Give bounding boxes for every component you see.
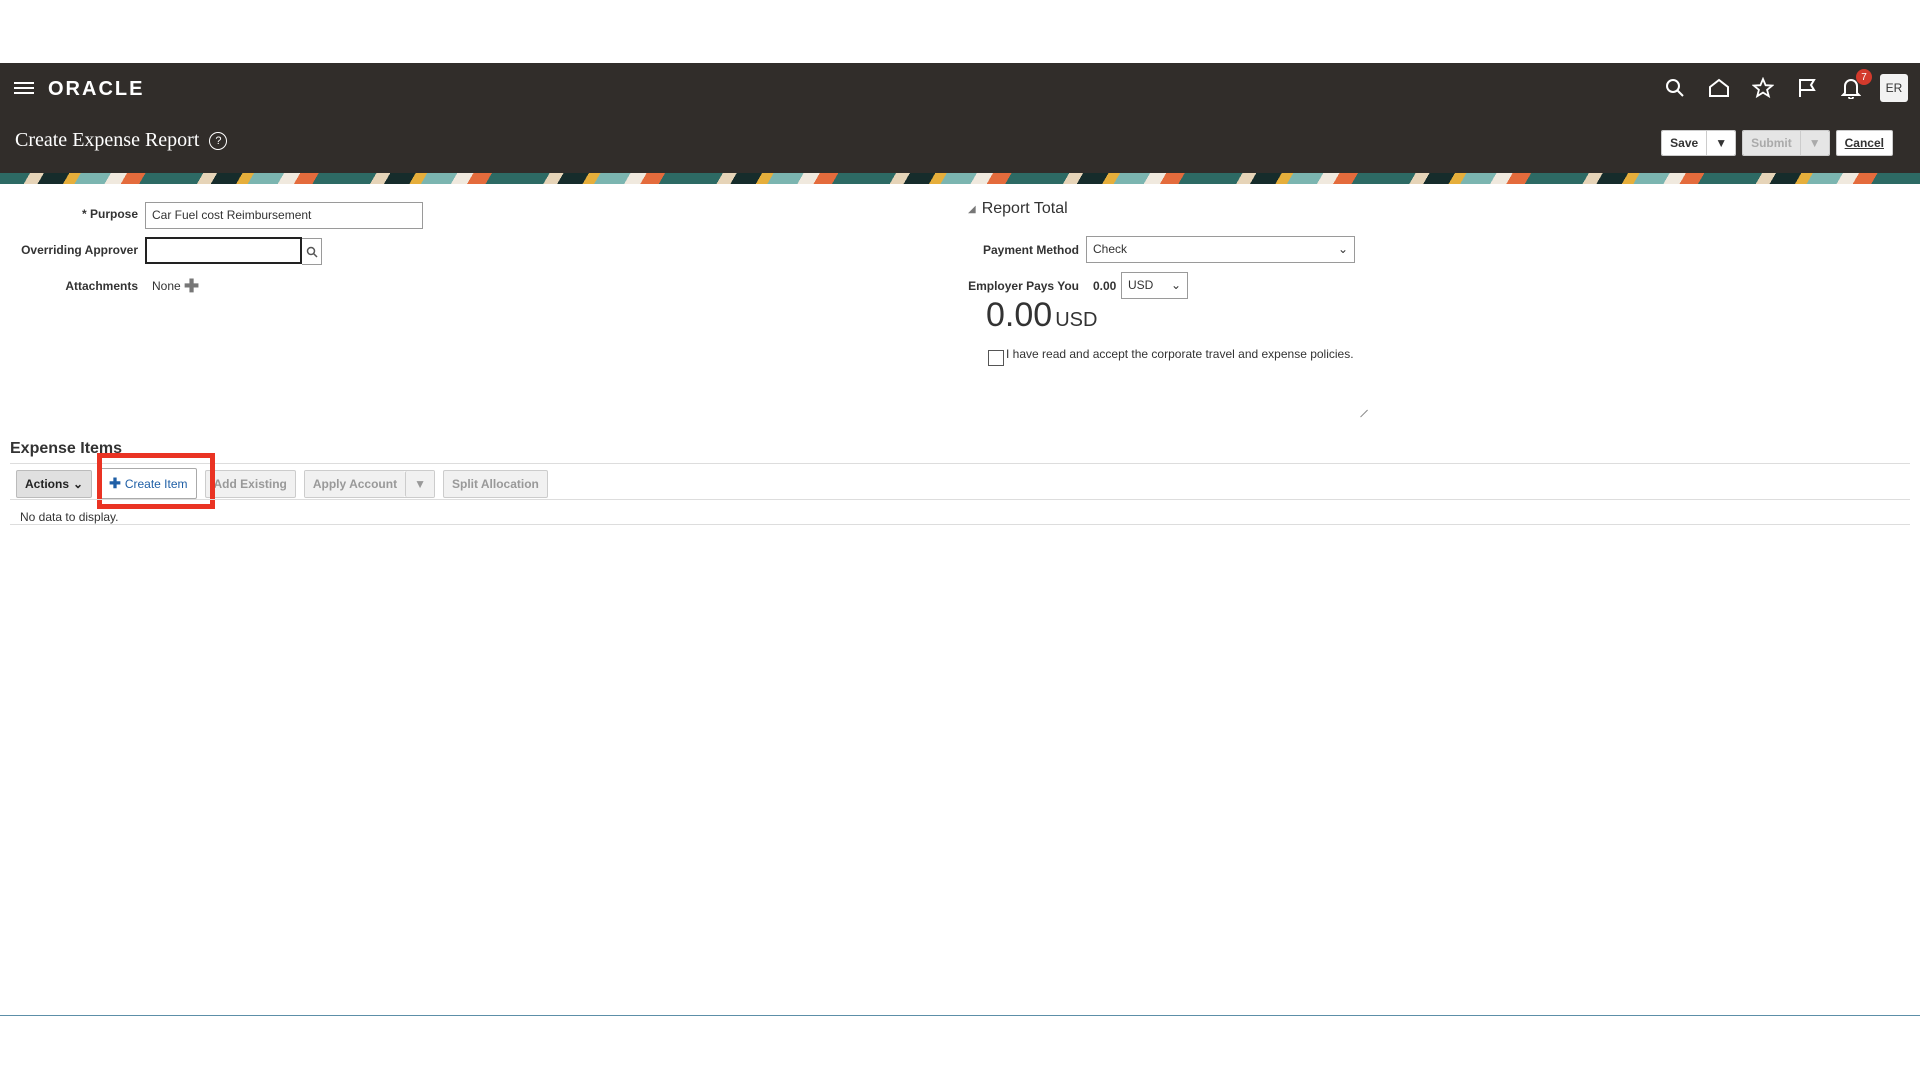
cancel-button[interactable]: Cancel <box>1835 130 1893 156</box>
split-allocation-button[interactable]: Split Allocation <box>442 469 548 498</box>
oracle-logo: ORACLE <box>48 78 145 100</box>
menu-icon[interactable] <box>14 79 34 97</box>
help-icon[interactable]: ? <box>209 131 228 150</box>
payment-method-value: Check <box>1093 242 1128 256</box>
apply-account-button[interactable]: Apply Account <box>304 470 406 497</box>
total-amount-value: 0.00 <box>986 296 1053 334</box>
submit-button-group: Submit ▼ <box>1742 130 1830 156</box>
overriding-approver-label: Overriding Approver <box>21 243 138 257</box>
report-total-amount: 0.00 USD <box>986 296 1097 335</box>
resize-handle-icon[interactable] <box>1353 402 1368 418</box>
search-icon[interactable] <box>1660 73 1690 103</box>
home-icon[interactable] <box>1704 73 1734 103</box>
page-title: Create Expense Report ? <box>15 129 228 152</box>
section-divider <box>10 463 1910 464</box>
policy-checkbox[interactable] <box>988 350 1004 366</box>
chevron-down-icon: ⌄ <box>1337 242 1348 256</box>
employer-pays-amount: 0.00 <box>1093 279 1117 293</box>
payment-method-select[interactable]: Check ⌄ <box>1086 236 1355 263</box>
toolbar-divider <box>10 499 1910 500</box>
global-header: ORACLE 7 ER Create Expense Report ? Save… <box>0 63 1920 173</box>
empty-table-message: No data to display. <box>20 510 119 524</box>
currency-select[interactable]: USD ⌄ <box>1121 272 1188 299</box>
approver-search-icon[interactable] <box>302 238 322 265</box>
report-total-title: Report Total <box>981 200 1068 217</box>
actions-label: Actions <box>25 476 70 491</box>
purpose-label-text: Purpose <box>89 207 138 221</box>
policy-acceptance-text: I have read and accept the corporate tra… <box>1006 347 1354 361</box>
payment-method-label: Payment Method <box>982 243 1079 257</box>
save-menu-button[interactable]: ▼ <box>1706 131 1736 155</box>
chevron-down-icon: ⌄ <box>73 476 84 491</box>
purpose-label: * Purpose <box>40 207 138 221</box>
star-icon[interactable] <box>1748 73 1778 103</box>
add-attachment-icon[interactable]: ✚ <box>184 277 199 295</box>
currency-value: USD <box>1128 278 1154 292</box>
purpose-input[interactable]: Car Fuel cost Reimbursement <box>145 202 423 229</box>
collapse-triangle-icon: ◢ <box>968 203 976 215</box>
actions-menu-button[interactable]: Actions ⌄ <box>16 469 93 498</box>
expense-items-toolbar: Actions ⌄ ✚ Create Item Add Existing App… <box>16 468 548 499</box>
flag-icon[interactable] <box>1792 73 1822 103</box>
required-mark: * <box>81 207 87 221</box>
apply-account-menu-button[interactable]: ▼ <box>405 470 434 497</box>
create-item-highlight <box>97 453 215 509</box>
user-avatar[interactable]: ER <box>1880 74 1908 102</box>
chevron-down-icon: ⌄ <box>1170 278 1181 292</box>
attachments-value: None <box>152 279 181 293</box>
table-divider <box>10 524 1910 525</box>
notification-badge: 7 <box>1856 69 1872 85</box>
total-currency: USD <box>1055 309 1098 331</box>
apply-account-group: Apply Account ▼ <box>303 469 435 498</box>
app-root: ORACLE 7 ER Create Expense Report ? Save… <box>0 0 1920 1080</box>
page-title-text: Create Expense Report <box>15 129 200 151</box>
header-actions: Save ▼ Submit ▼ Cancel <box>1661 130 1893 156</box>
save-button-group: Save ▼ <box>1661 130 1737 156</box>
bell-icon[interactable]: 7 <box>1836 69 1872 103</box>
submit-button[interactable]: Submit <box>1743 131 1800 155</box>
submit-menu-button[interactable]: ▼ <box>1799 131 1829 155</box>
decorative-banner <box>0 173 1920 184</box>
employer-pays-label: Employer Pays You <box>968 279 1079 293</box>
save-button[interactable]: Save <box>1662 131 1707 155</box>
add-existing-button[interactable]: Add Existing <box>204 469 296 498</box>
footer-divider <box>0 1015 1920 1016</box>
attachments-label: Attachments <box>65 279 138 293</box>
report-total-header[interactable]: ◢ Report Total <box>968 200 1068 218</box>
global-icons: 7 ER <box>1660 69 1908 103</box>
overriding-approver-input[interactable] <box>145 237 302 264</box>
